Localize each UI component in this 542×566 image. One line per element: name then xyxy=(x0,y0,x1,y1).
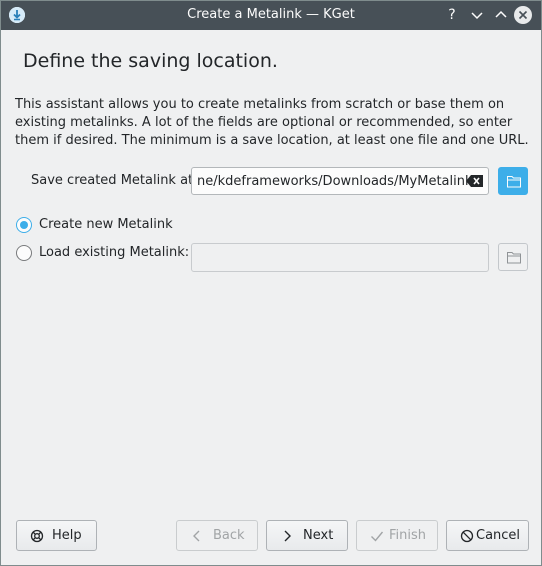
browse-save-location-button[interactable] xyxy=(498,167,528,195)
next-button-label: Next xyxy=(303,528,334,543)
cancel-button-label: Cancel xyxy=(476,528,521,543)
dialog-window: Create a Metalink — KGet ? Define the sa… xyxy=(0,0,542,566)
create-new-label: Create new Metalink xyxy=(39,217,173,232)
page-description: This assistant allows you to create meta… xyxy=(15,97,529,148)
title-bar[interactable]: Create a Metalink — KGet ? xyxy=(1,1,541,30)
help-lifebuoy-icon xyxy=(30,529,44,543)
chevron-left-icon xyxy=(190,529,204,543)
back-button[interactable]: Back xyxy=(176,520,258,551)
maximize-button[interactable] xyxy=(491,5,511,25)
save-location-label: Save created Metalink at: xyxy=(31,173,198,188)
folder-icon xyxy=(507,176,521,188)
cancel-icon xyxy=(460,529,474,543)
finish-button-label: Finish xyxy=(389,528,427,543)
browse-existing-metalink-button xyxy=(498,243,528,271)
clear-text-icon[interactable] xyxy=(466,174,484,188)
context-help-button[interactable]: ? xyxy=(442,5,462,25)
load-existing-radio[interactable] xyxy=(16,245,32,261)
load-existing-label: Load existing Metalink: xyxy=(39,245,190,260)
checkmark-icon xyxy=(370,529,384,543)
cancel-button[interactable]: Cancel xyxy=(446,520,529,551)
load-existing-input xyxy=(191,243,489,272)
chevron-right-icon xyxy=(280,529,294,543)
save-location-input[interactable]: ne/kdeframeworks/Downloads/MyMetalink xyxy=(191,167,489,195)
help-button-label: Help xyxy=(52,528,82,543)
page-heading: Define the saving location. xyxy=(23,50,278,72)
create-new-radio[interactable] xyxy=(16,217,32,233)
help-button[interactable]: Help xyxy=(16,520,97,551)
finish-button[interactable]: Finish xyxy=(356,520,438,551)
minimize-button[interactable] xyxy=(467,5,487,25)
back-button-label: Back xyxy=(213,528,245,543)
save-location-value: ne/kdeframeworks/Downloads/MyMetalink xyxy=(197,174,473,189)
folder-icon xyxy=(507,252,521,264)
next-button[interactable]: Next xyxy=(266,520,348,551)
close-button[interactable] xyxy=(514,6,532,24)
